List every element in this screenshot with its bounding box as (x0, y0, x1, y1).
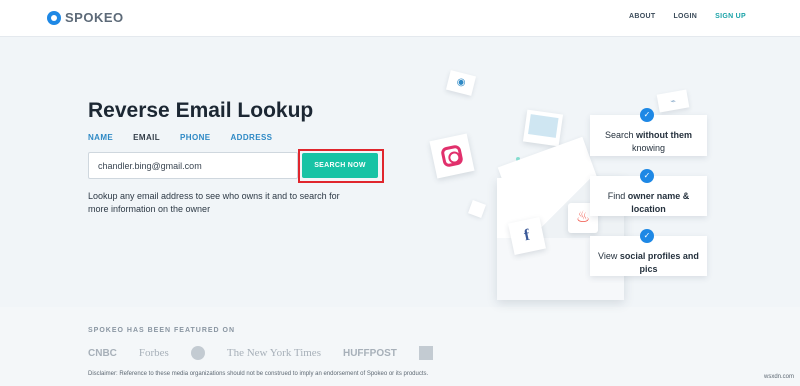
feature-text-bold: social profiles and (619, 251, 699, 261)
nav-about-link[interactable]: ABOUT (629, 13, 655, 20)
spokeo-logo[interactable]: SPOKEO (47, 10, 124, 25)
feature-text-line2: knowing (631, 143, 666, 153)
top-navigation-bar: SPOKEO ABOUT LOGIN SIGN UP (0, 0, 800, 37)
search-type-tabs: NAME EMAIL PHONE ADDRESS (88, 133, 272, 142)
tab-address[interactable]: ADDRESS (231, 133, 273, 142)
tab-email[interactable]: EMAIL (133, 133, 160, 142)
check-icon: ✓ (640, 108, 654, 122)
watermark: wsxdn.com (763, 374, 794, 380)
disclaimer-text: Disclaimer: Reference to these media org… (88, 371, 429, 377)
featured-on-title: SPOKEO HAS BEEN FEATURED ON (88, 327, 236, 334)
media-logos: CNBC Forbes The New York Times HUFFPOST (88, 346, 433, 360)
feature-card-owner: ✓ Find owner name & location (590, 169, 707, 216)
forbes-logo: Forbes (138, 347, 169, 359)
feature-text-bold: without them (636, 130, 693, 140)
logo-text: SPOKEO (65, 10, 124, 25)
tab-name[interactable]: NAME (88, 133, 113, 142)
media-logo-icon (190, 346, 205, 360)
check-icon: ✓ (640, 229, 654, 243)
nyt-logo: The New York Times (226, 347, 321, 359)
feature-card-search: ✓ Search without them knowing (590, 108, 707, 156)
media-logo-icon (418, 346, 433, 360)
feature-text: Search (604, 130, 637, 140)
email-search-input[interactable] (88, 152, 298, 179)
search-now-button[interactable]: SEARCH NOW (302, 153, 378, 178)
page-title: Reverse Email Lookup (88, 99, 314, 122)
huffpost-logo: HUFFPOST (342, 347, 397, 359)
feature-text: Find (607, 191, 628, 201)
profile-photo-icon (522, 109, 564, 147)
tab-phone[interactable]: PHONE (180, 133, 210, 142)
feature-text-line2: pics (639, 264, 658, 274)
search-description: Lookup any email address to see who owns… (88, 191, 340, 214)
facebook-icon: f (508, 217, 546, 255)
feature-text-line2: location (631, 204, 666, 214)
feature-text: View (598, 251, 620, 261)
check-icon: ✓ (640, 169, 654, 183)
feature-card-social: ✓ View social profiles and pics (590, 229, 707, 276)
spokeo-logo-icon (47, 10, 61, 25)
cnbc-logo: CNBC (88, 347, 117, 359)
feature-text-bold: owner name & (627, 191, 690, 201)
nav-login-link[interactable]: LOGIN (673, 13, 697, 20)
header-nav: ABOUT LOGIN SIGN UP (629, 13, 746, 20)
instagram-icon (429, 133, 475, 179)
nav-signup-link[interactable]: SIGN UP (715, 13, 746, 20)
